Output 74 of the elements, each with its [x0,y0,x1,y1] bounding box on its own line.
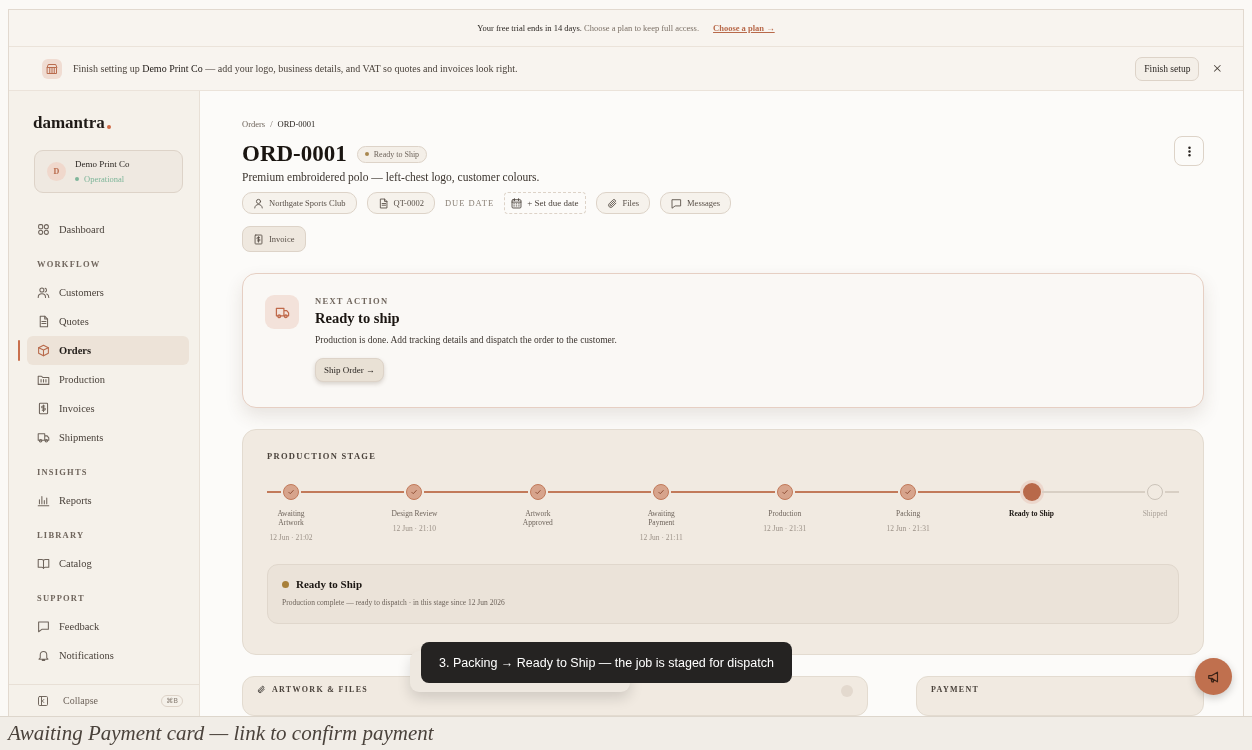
invoice-icon [37,402,50,416]
nav-item[interactable]: Customers [27,278,189,308]
nav-item[interactable]: Quotes [27,307,189,337]
nav-item[interactable]: Invoices [27,394,189,424]
section-heading: SUPPORT [37,592,86,606]
link-chip[interactable]: Messages [660,192,732,214]
status-dot [75,177,79,182]
breadcrumb-link[interactable]: Orders [242,119,266,129]
org-name: Demo Print Co [75,159,130,170]
close-button[interactable]: × [1209,58,1225,79]
paperclip-icon [606,197,618,209]
chat-icon [37,620,50,634]
section-heading: WORKFLOW [37,258,102,272]
org-status: Operational [84,174,125,185]
trial-message: Your free trial ends in 14 days. Choose a plan to keep full access. [477,23,700,33]
set-due-date-button[interactable]: + Set due date [504,192,586,214]
choose-plan-link[interactable]: Choose a plan → [713,23,775,33]
nav-item[interactable]: Production [27,365,189,395]
nav-item[interactable]: Feedback [27,612,189,642]
bar-chart-icon [37,494,50,508]
order-description: Premium embroidered polo — left-chest logo, customer colours. [242,171,541,183]
toast-message: 3. Packing → Ready to Ship — the job is staged for dispatch [421,642,792,683]
person-icon [253,197,264,209]
collapse-sidebar-icon [37,694,49,707]
link-chip[interactable]: QT-0002 [366,192,435,214]
current-stage-title: Ready to Ship [296,578,363,590]
link-chip[interactable]: Invoice [242,226,306,252]
ship-order-button[interactable]: Ship Order → [315,358,384,382]
order-title: ORD-0001 [242,141,347,167]
nav-item[interactable]: Notifications [27,641,189,671]
megaphone-icon [1206,669,1221,684]
box-icon [37,344,50,358]
brand-logo: damantra [33,113,105,133]
logo-dot [106,125,111,129]
org-avatar: D [47,162,66,182]
people-icon [37,286,50,300]
book-icon [37,557,50,571]
breadcrumb-current: ORD-0001 [277,119,316,129]
nav-item[interactable]: Catalog [27,549,189,579]
status-badge: Ready to Ship [356,145,428,163]
bell-icon [37,649,50,663]
nav-item[interactable]: Dashboard [27,215,189,245]
document-icon [37,315,50,329]
calendar-icon [511,197,523,209]
card-heading: ARTWORK & FILES [272,685,369,694]
field-label: DUE DATE [444,198,495,208]
organization-card[interactable]: D Demo Print Co Operational [34,150,183,194]
section-heading: PRODUCTION STAGE [267,451,378,461]
paperclip-icon [257,685,266,694]
progress-line [267,491,281,493]
section-heading: LIBRARY [37,529,86,543]
nav-item[interactable]: Reports [27,486,189,516]
section-heading: INSIGHTS [37,466,89,480]
nav-item[interactable]: Shipments [27,423,189,453]
truck-icon [37,431,50,445]
document-icon [377,197,389,209]
dashboard-icon [37,223,50,237]
card-description: Production is done. Add tracking details and dispatch the order to the customer. [315,335,617,345]
eyebrow-label: NEXT ACTION [315,296,390,306]
setup-message: Finish setting up Demo Print Co — add your logo, business details, and VAT so quotes and invoices look right. [73,63,518,74]
truck-icon [265,295,299,329]
more-menu-button[interactable] [1174,136,1204,166]
link-chip[interactable]: Files [595,192,651,214]
caption-text: Awaiting Payment card — link to confirm payment [8,721,434,746]
breadcrumb-separator: / [270,119,273,129]
chat-icon [671,197,683,209]
link-chip[interactable]: Northgate Sports Club [242,192,357,214]
card-heading: PAYMENT [931,685,980,694]
invoice-icon [253,233,264,245]
card-title: Ready to ship [315,310,401,327]
finish-setup-button[interactable]: Finish setup [1135,56,1200,81]
folder-icon [37,373,50,387]
storefront-icon [42,58,62,79]
active-indicator [18,340,20,362]
